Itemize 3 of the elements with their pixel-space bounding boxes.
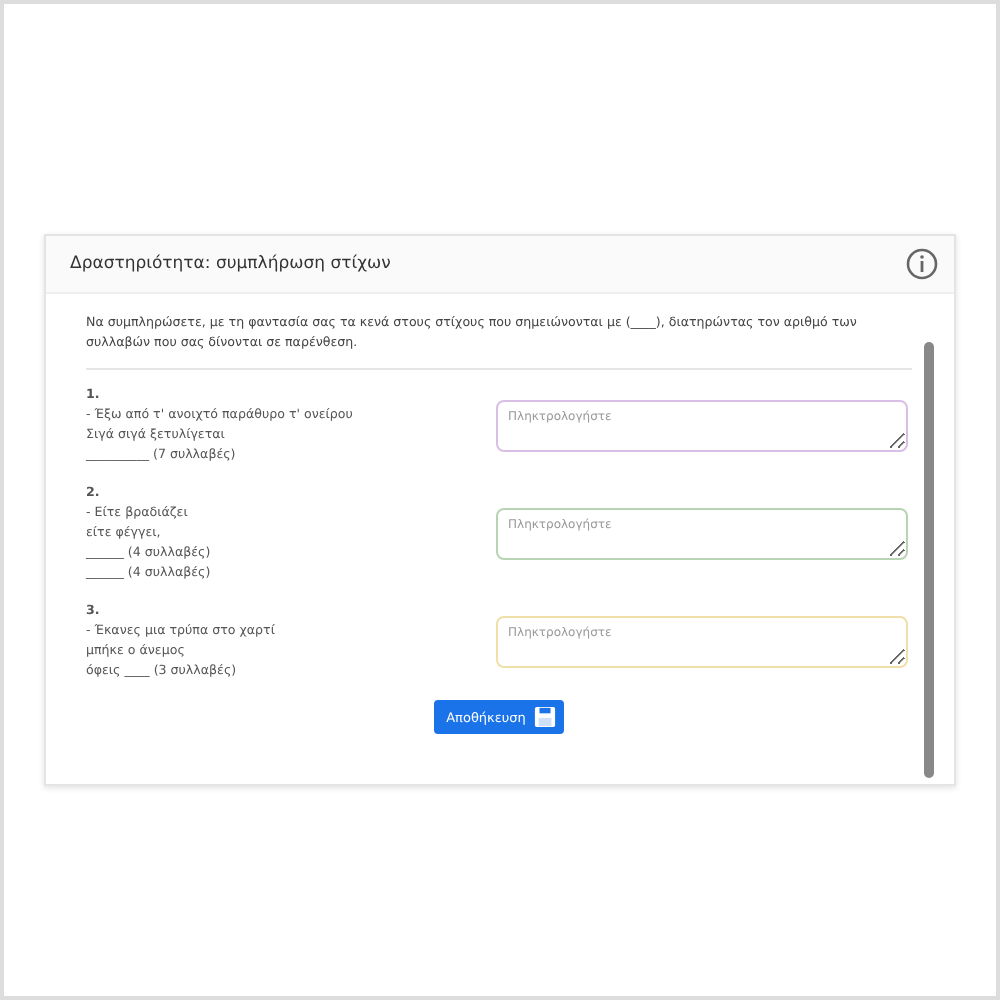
card-title: Δραστηριότητα: συμπλήρωση στίχων [70,254,391,274]
scrollbar[interactable] [924,342,934,778]
info-icon[interactable] [906,248,938,280]
